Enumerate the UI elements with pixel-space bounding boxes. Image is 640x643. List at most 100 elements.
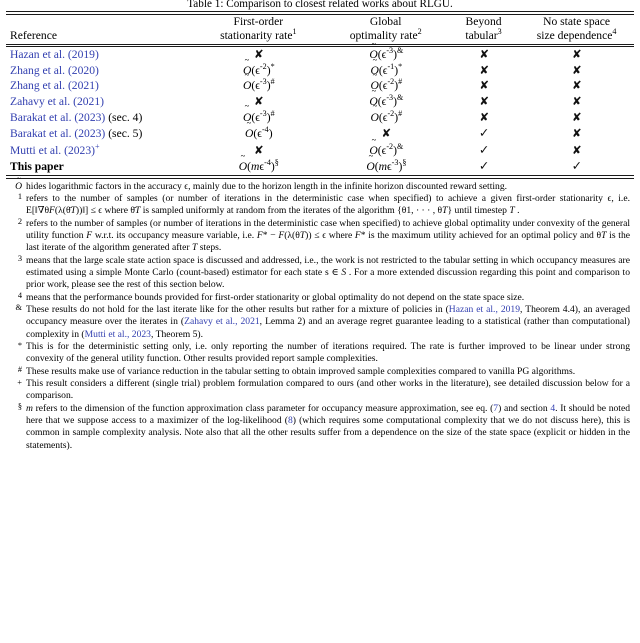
footnote-marker: § (17, 402, 22, 412)
footnote-item: # These results make use of variance redu… (12, 365, 630, 378)
footnotes: Ohides logarithmic factors in the accura… (6, 181, 634, 453)
cell-footnote-ref: * (270, 61, 275, 71)
cross-icon: ✘ (479, 62, 489, 77)
header-no-state-space-dependence: No state space size dependence4 (519, 15, 634, 44)
cell-footnote-ref: & (397, 141, 404, 151)
cell-no-state-dep: ✓ (520, 158, 634, 175)
header-beyond-tabular: Beyond tabular3 (448, 15, 519, 44)
header-nodep-line1: No state space (543, 14, 611, 28)
cell-first-order-rate: ✘ (194, 47, 325, 63)
cell-reference: Hazan et al. (2019) (6, 47, 194, 63)
footnote-ref-1: 1 (292, 27, 297, 37)
cell-footnote-ref: # (270, 77, 275, 87)
footnote-marker: 3 (17, 254, 22, 264)
reference-footnote-ref: + (95, 141, 100, 151)
cell-reference: Zhang et al. (2020) (6, 63, 194, 79)
footnote-ref-3: 3 (497, 27, 502, 37)
cell-footnote-ref: * (398, 61, 403, 71)
cell-beyond-tabular: ✘ (449, 78, 520, 94)
reference-link[interactable]: Zahavy et al. (2021) (10, 95, 104, 108)
footnote-text: refers to the number of samples (or numb… (26, 217, 630, 254)
comparison-table: Reference First-order stationarity rate1… (6, 15, 634, 44)
big-o-tilde: O (243, 78, 251, 94)
big-o-tilde: O (366, 159, 374, 175)
header-nodep-line2: size dependence4 (536, 27, 617, 43)
reference-link[interactable]: Hazan et al. (2019) (10, 48, 99, 61)
cell-beyond-tabular: ✘ (449, 94, 520, 110)
rate-expression: O(mϵ-4)§ (239, 158, 279, 175)
cell-beyond-tabular: ✘ (449, 47, 520, 63)
footnote-text: m refers to the dimension of the functio… (26, 402, 631, 451)
footnote-text: This is for the deterministic setting on… (26, 341, 630, 365)
citation-link-hazan[interactable]: Hazan et al., 2019 (449, 304, 520, 315)
cell-footnote-ref: § (274, 158, 279, 168)
cell-global-rate: ✘ (324, 125, 449, 142)
cell-first-order-rate: O(ϵ-3)# (194, 78, 325, 94)
equation-link-8[interactable]: 8 (288, 415, 293, 426)
cell-no-state-dep: ✘ (520, 47, 634, 63)
footnote-marker: + (17, 377, 22, 387)
reference-link[interactable]: Zhang et al. (2020) (10, 64, 99, 77)
citation-link-zahavy[interactable]: Zahavy et al., 2021 (184, 316, 260, 327)
big-o-tilde: O (239, 159, 247, 175)
footnote-item: * This is for the deterministic setting o… (12, 341, 630, 366)
table-caption: Table 1: Comparison to closest related w… (187, 0, 453, 10)
cell-first-order-rate: ✘ (194, 94, 325, 110)
footnote-marker: * (17, 340, 22, 350)
cell-footnote-ref: & (397, 93, 404, 103)
cell-footnote-ref: § (402, 158, 407, 168)
reference-link[interactable]: Barakat et al. (2023) (10, 111, 105, 124)
table-head: Reference First-order stationarity rate1… (6, 15, 634, 44)
check-icon: ✓ (571, 158, 583, 174)
reference-link[interactable]: Barakat et al. (2023) (10, 127, 105, 140)
header-global-line2: optimality rate2 (349, 27, 422, 43)
check-icon: ✓ (478, 141, 490, 157)
footnote-text: These results make use of variance reduc… (26, 365, 576, 377)
cell-beyond-tabular: ✓ (449, 125, 520, 142)
cell-first-order-rate: O(ϵ-2)* (194, 61, 325, 79)
header-global-optimality: Global optimality rate2 (324, 15, 448, 44)
cross-icon: ✘ (572, 62, 582, 77)
table-row: Zahavy et al. (2021) ✘ O(ϵ-3)& ✘ ✘ (6, 94, 634, 110)
cross-icon: ✘ (479, 109, 489, 124)
cell-no-state-dep: ✘ (520, 125, 634, 142)
cell-no-state-dep: ✘ (520, 110, 634, 126)
cell-global-rate: O(ϵ-3)& (324, 94, 449, 110)
reference-link[interactable]: Mutti et al. (2023)+ (10, 141, 100, 156)
cell-reference: Zahavy et al. (2021) (6, 94, 194, 110)
cell-global-rate: O(ϵ-3)& (324, 47, 449, 63)
table-row: Barakat et al. (2023) (sec. 4)O(ϵ-3)#O(ϵ… (6, 108, 634, 126)
footnote-text: These results do not hold for the last i… (26, 303, 631, 340)
cross-icon: ✘ (479, 78, 489, 93)
footnote-marker: 2 (17, 217, 22, 227)
rate-expression: O(ϵ-2)# (371, 108, 403, 123)
cell-reference: Zhang et al. (2021) (6, 78, 194, 94)
reference-link[interactable]: Zhang et al. (2021) (10, 79, 99, 92)
table-bottom-rule (6, 174, 634, 179)
citation-link-mutti[interactable]: Mutti et al., 2023 (85, 329, 151, 340)
footnote-marker: 1 (17, 192, 22, 202)
section-link-4[interactable]: 4 (550, 403, 555, 414)
cross-icon: ✘ (572, 142, 582, 157)
cell-first-order-rate: ✘ (194, 142, 325, 159)
reference-section-suffix: (sec. 4) (105, 110, 143, 124)
cross-icon: ✘ (572, 93, 582, 108)
cell-no-state-dep: ✘ (520, 78, 634, 94)
cell-reference: Barakat et al. (2023) (sec. 5) (6, 125, 194, 142)
cross-icon: ✘ (572, 78, 582, 93)
footnote-item: § m refers to the dimension of the functi… (12, 402, 631, 452)
cell-footnote-ref: # (398, 108, 403, 118)
cell-no-state-dep: ✘ (520, 63, 634, 79)
cell-reference: Barakat et al. (2023) (sec. 4) (6, 110, 194, 126)
rate-expression: O(ϵ-3)# (243, 77, 275, 94)
reference-link: This paper (10, 160, 64, 174)
cell-reference: This paper (6, 158, 194, 175)
equation-link-7[interactable]: 7 (493, 403, 498, 414)
cross-icon: ✘ (572, 126, 582, 141)
footnote-marker: 4 (17, 291, 22, 301)
table-row: Zhang et al. (2020) O(ϵ-2)*O(ϵ-1)* ✘ ✘ (6, 61, 634, 79)
cell-beyond-tabular: ✓ (449, 142, 520, 159)
table-page: Table 1: Comparison to closest related w… (0, 0, 640, 641)
cell-footnote-ref: & (397, 46, 404, 56)
header-beyond-line1: Beyond (465, 14, 502, 28)
